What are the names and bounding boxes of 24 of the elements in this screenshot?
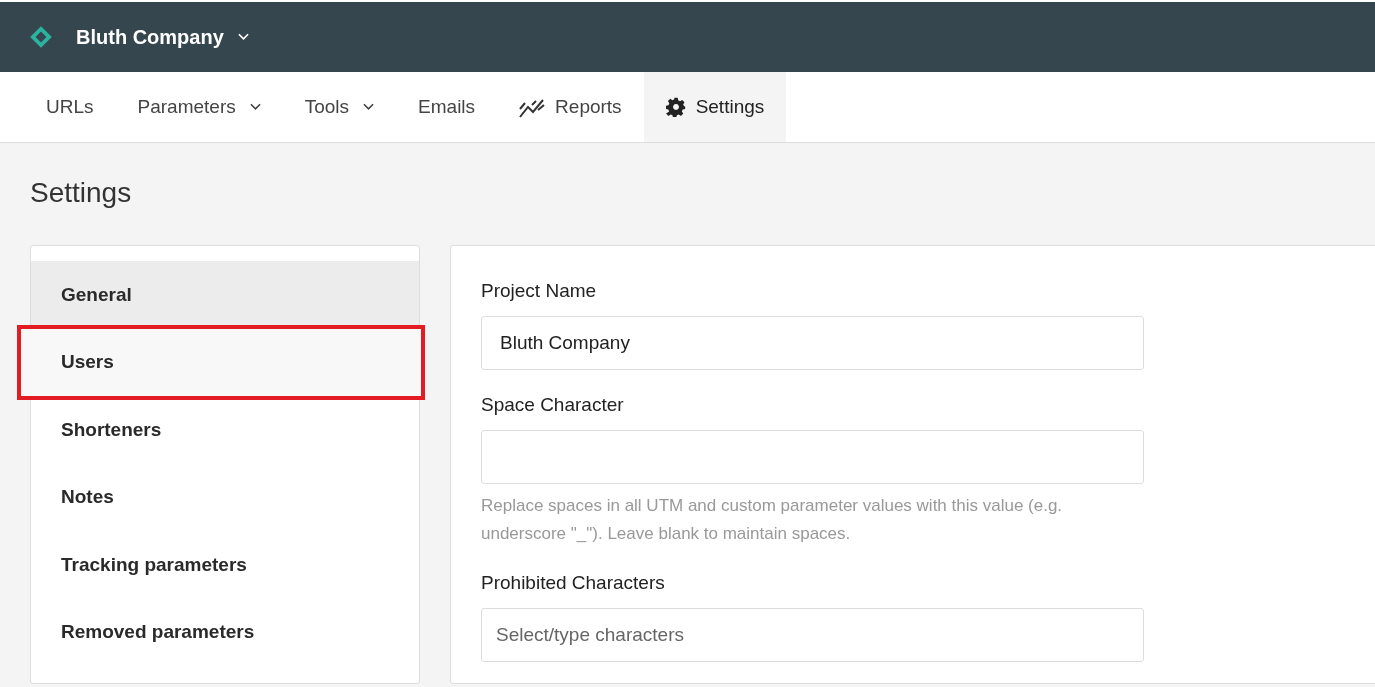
nav-tab[interactable]: URLs	[24, 72, 116, 142]
chevron-down-icon	[249, 103, 261, 111]
page-title: Settings	[30, 177, 133, 209]
input-field[interactable]: Bluth Company	[481, 316, 1144, 370]
nav-tab[interactable]: Reports	[497, 72, 644, 142]
sidebar-item[interactable]: Shorteners	[31, 396, 419, 464]
chevron-down-icon	[363, 103, 375, 111]
nav-tab[interactable]: Settings	[643, 72, 787, 142]
logo-icon	[28, 24, 54, 50]
select-field[interactable]: Select/type characters	[481, 608, 1144, 662]
sidebar-item[interactable]: Tracking parameters	[31, 531, 419, 599]
nav-tab[interactable]: Emails	[396, 72, 498, 142]
nav-tab[interactable]: Tools	[282, 72, 397, 142]
gear-icon	[665, 97, 686, 117]
input-field[interactable]	[481, 430, 1144, 484]
sidebar-item[interactable]: Notes	[31, 463, 419, 531]
nav-tab[interactable]: Parameters	[115, 72, 283, 142]
field-label: Project Name	[481, 280, 598, 302]
chevron-down-icon	[237, 33, 249, 41]
field-label: Space Character	[481, 394, 625, 416]
help-text: Replace spaces in all UTM and custom parameter values with this value (e.g. underscore "_"). Leave blank to maintain spaces.	[481, 495, 1064, 545]
field-label: Prohibited Characters	[481, 572, 666, 594]
sidebar-item[interactable]: Removed parameters	[31, 598, 419, 666]
company-switcher[interactable]: Bluth Company	[76, 25, 249, 49]
